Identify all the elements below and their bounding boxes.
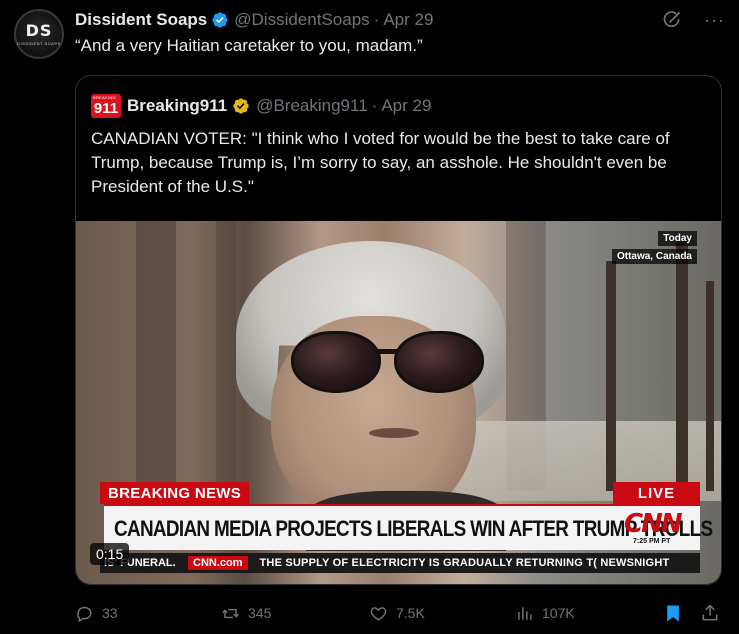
ticker-logo: CNN.com [188, 556, 248, 570]
quote-avatar-tiny: BREAKING [93, 95, 117, 100]
video-dateline: Today Ottawa, Canada [611, 231, 697, 264]
author-name[interactable]: Dissident Soaps [75, 10, 207, 30]
separator-dot: · [373, 10, 380, 29]
repost-icon [222, 608, 239, 618]
person-mouth [369, 428, 419, 438]
news-ticker: IS' FUNERAL. CNN.com THE SUPPLY OF ELECT… [100, 553, 700, 573]
avatar-subtext: DISSIDENT SOAPS [17, 40, 61, 46]
repost-count: 345 [248, 605, 272, 621]
chyron-headline: CANADIAN MEDIA PROJECTS LIBERALS WIN AFT… [114, 516, 713, 541]
like-count: 7.5K [396, 605, 425, 621]
background-tree [606, 261, 616, 491]
view-count: 107K [542, 605, 575, 621]
quote-avatar-text: 911 [93, 100, 119, 117]
bookmark-icon[interactable] [663, 603, 683, 623]
tweet-text: “And a very Haitian caretaker to you, ma… [75, 36, 423, 55]
views-icon [518, 606, 532, 620]
author-handle[interactable]: @DissidentSoaps [234, 10, 369, 30]
background-column [136, 221, 176, 491]
quoted-tweet[interactable]: BREAKING 911 Breaking911 @Breaking911 · … [75, 75, 722, 585]
like-button[interactable]: 7.5K [369, 604, 425, 623]
author-avatar[interactable]: DS DISSIDENT SOAPS [14, 9, 64, 59]
background-tree [706, 281, 714, 491]
reply-icon [77, 606, 92, 622]
sunglasses-left-lens [291, 331, 381, 393]
dateline-today: Today [658, 231, 697, 246]
quote-separator-dot: · [371, 96, 378, 115]
tweet-actions: 33 345 7.5K 107K [75, 600, 725, 626]
dateline-place: Ottawa, Canada [611, 249, 697, 264]
live-label: LIVE [613, 482, 700, 504]
chyron: CANADIAN MEDIA PROJECTS LIBERALS WIN AFT… [104, 504, 713, 550]
heart-icon [370, 606, 387, 621]
sunglasses-right-lens [394, 331, 484, 393]
chyron-time: 7:25 PM PT [633, 538, 671, 545]
repost-button[interactable]: 345 [221, 604, 271, 623]
quote-date[interactable]: Apr 29 [381, 96, 431, 116]
background-tree [676, 241, 688, 491]
video-player[interactable]: Today Ottawa, Canada BREAKING NEWS LIVE … [76, 221, 721, 584]
grok-icon[interactable] [662, 10, 682, 30]
tweet-header: Dissident Soaps @DissidentSoaps · Apr 29 [75, 9, 433, 31]
sunglasses-bridge [376, 349, 398, 354]
verified-badge-icon [212, 12, 228, 28]
reply-button[interactable]: 33 [75, 604, 118, 623]
cnn-logo: CNN [624, 509, 683, 539]
ticker-text: THE SUPPLY OF ELECTRICITY IS GRADUALLY R… [259, 557, 670, 569]
background-column [216, 221, 236, 491]
breaking-news-label: BREAKING NEWS [100, 482, 250, 504]
reply-count: 33 [102, 605, 118, 621]
share-icon[interactable] [700, 603, 720, 623]
quote-author-name[interactable]: Breaking911 [127, 96, 227, 116]
views-button[interactable]: 107K [515, 604, 575, 623]
tweet-top-actions: ··· [662, 10, 725, 30]
video-timer: 0:15 [90, 543, 130, 565]
avatar-initials: DS [25, 20, 53, 40]
quote-avatar[interactable]: BREAKING 911 [91, 94, 121, 118]
quote-text: CANADIAN VOTER: "I think who I voted for… [91, 129, 670, 196]
gold-verified-icon [233, 98, 249, 114]
more-icon[interactable]: ··· [704, 11, 725, 29]
tweet-date[interactable]: Apr 29 [383, 10, 433, 30]
quote-header: BREAKING 911 Breaking911 @Breaking911 · … [91, 94, 431, 118]
quote-author-handle[interactable]: @Breaking911 [256, 96, 367, 116]
